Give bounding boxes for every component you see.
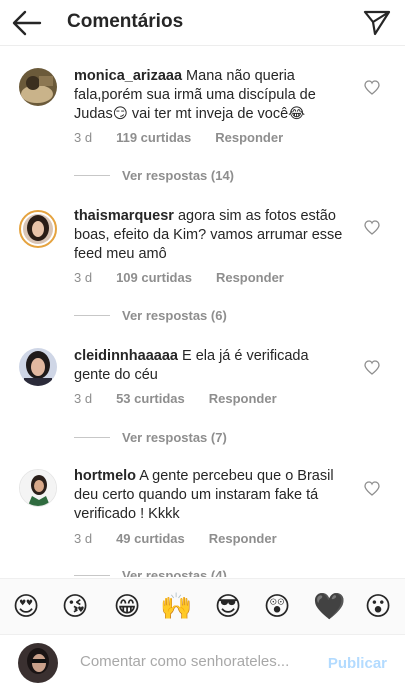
page-title: Comentários	[67, 11, 184, 32]
comment-username[interactable]: hortmelo	[74, 468, 136, 484]
avatar[interactable]	[19, 348, 57, 386]
grin-emoji-button[interactable]: 😁	[111, 590, 143, 622]
comment-text: thaismarquesr agora sim as fotos estão b…	[74, 207, 346, 264]
heart-icon[interactable]	[364, 80, 380, 95]
comment-meta: 3 d 119 curtidas Responder	[74, 130, 307, 145]
reply-button[interactable]: Responder	[209, 391, 277, 406]
comment-meta: 3 d 53 curtidas Responder	[74, 391, 301, 406]
comment-time: 3 d	[74, 130, 93, 145]
view-replies-button[interactable]: Ver respostas (6)	[74, 308, 227, 323]
comment-likes[interactable]: 49 curtidas	[116, 531, 185, 546]
avatar[interactable]	[19, 210, 57, 248]
heart-icon[interactable]	[364, 220, 380, 235]
comment-likes[interactable]: 109 curtidas	[116, 270, 192, 285]
comment-text: cleidinnhaaaaa E ela já é verificada gen…	[74, 347, 346, 385]
comments-list[interactable]: monica_arizaaa Mana não queria fala,poré…	[0, 47, 405, 577]
heart-icon[interactable]	[364, 481, 380, 496]
raised-hands-emoji-button[interactable]: 🙌	[160, 590, 192, 622]
comment-likes[interactable]: 53 curtidas	[116, 391, 185, 406]
paper-plane-icon[interactable]	[363, 9, 391, 37]
view-replies-label: Ver respostas (4)	[122, 568, 227, 577]
comment-username[interactable]: cleidinnhaaaaa	[74, 348, 178, 364]
comment-username[interactable]: thaismarquesr	[74, 208, 174, 224]
publish-button[interactable]: Publicar	[328, 655, 387, 672]
view-replies-button[interactable]: Ver respostas (4)	[74, 568, 227, 577]
comment-text: hortmelo A gente percebeu que o Brasil d…	[74, 467, 346, 524]
comment-meta: 3 d 49 curtidas Responder	[74, 531, 301, 546]
avatar	[18, 643, 58, 683]
view-replies-label: Ver respostas (14)	[122, 168, 235, 183]
comment-time: 3 d	[74, 531, 93, 546]
header-bar: Comentários	[0, 0, 405, 46]
arrow-left-icon[interactable]	[12, 10, 42, 36]
avatar[interactable]	[19, 469, 57, 507]
comment-input[interactable]	[80, 653, 310, 670]
comment-likes[interactable]: 119 curtidas	[116, 130, 191, 145]
reply-button[interactable]: Responder	[216, 270, 284, 285]
avatar[interactable]	[19, 68, 57, 106]
heart-eyes-emoji-button[interactable]: 😍	[10, 590, 42, 622]
comment-time: 3 d	[74, 391, 93, 406]
astonished-emoji-button[interactable]: 😲	[261, 590, 293, 622]
comment-username[interactable]: monica_arizaaa	[74, 68, 182, 84]
divider	[74, 175, 110, 176]
divider	[74, 437, 110, 438]
emoji-quick-bar: 😍 😘 😁 🙌 😎 😲 🖤 😮	[0, 578, 405, 634]
view-replies-label: Ver respostas (6)	[122, 308, 227, 323]
kiss-emoji-button[interactable]: 😘	[59, 590, 91, 622]
view-replies-label: Ver respostas (7)	[122, 430, 227, 445]
comment-composer: Publicar	[0, 634, 405, 689]
divider	[74, 575, 110, 576]
view-replies-button[interactable]: Ver respostas (14)	[74, 168, 234, 183]
black-heart-emoji-button[interactable]: 🖤	[313, 590, 345, 622]
comment-meta: 3 d 109 curtidas Responder	[74, 270, 308, 285]
comment-text: monica_arizaaa Mana não queria fala,poré…	[74, 67, 346, 124]
reply-button[interactable]: Responder	[215, 130, 283, 145]
reply-button[interactable]: Responder	[209, 531, 277, 546]
view-replies-button[interactable]: Ver respostas (7)	[74, 430, 227, 445]
comment-time: 3 d	[74, 270, 93, 285]
divider	[74, 315, 110, 316]
open-mouth-emoji-button[interactable]: 😮	[362, 590, 394, 622]
sunglasses-emoji-button[interactable]: 😎	[212, 590, 244, 622]
heart-icon[interactable]	[364, 360, 380, 375]
